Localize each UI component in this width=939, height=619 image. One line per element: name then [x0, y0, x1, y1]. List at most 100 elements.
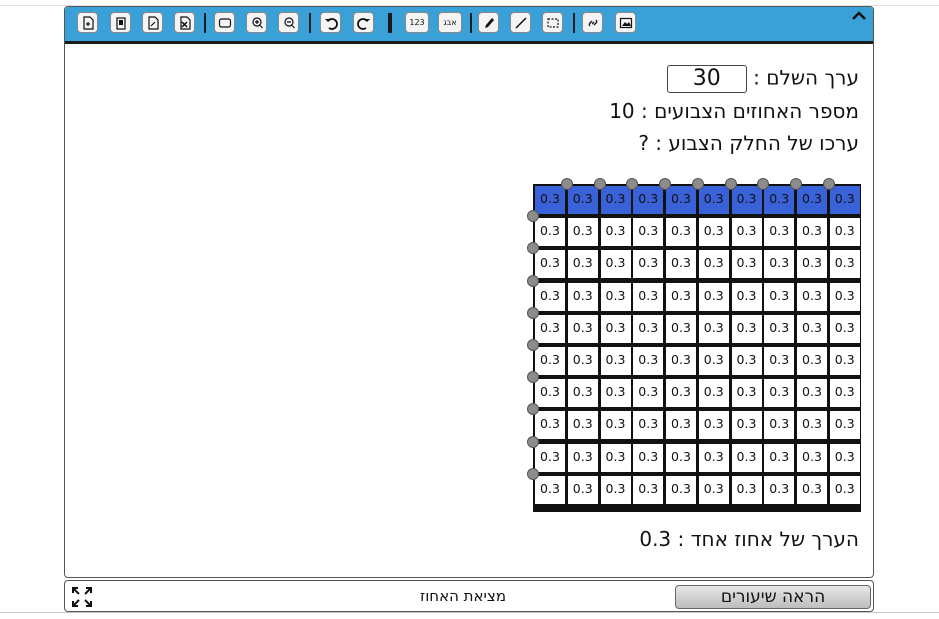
grid-cell[interactable]: 0.3: [829, 186, 860, 214]
grid-cell[interactable]: 0.3: [535, 347, 565, 375]
grid-cell[interactable]: 0.3: [731, 186, 762, 214]
grid-cell[interactable]: 0.3: [666, 379, 696, 408]
grid-cell[interactable]: 0.3: [600, 379, 631, 408]
line-icon[interactable]: [510, 12, 531, 33]
grid-cell[interactable]: 0.3: [764, 282, 795, 311]
rectangle-icon[interactable]: [214, 12, 235, 33]
grid-cell[interactable]: 0.3: [535, 411, 565, 440]
grid-cell[interactable]: 0.3: [764, 186, 795, 214]
column-drag-handle[interactable]: [593, 178, 606, 190]
link-icon[interactable]: [582, 12, 603, 33]
grid-cell[interactable]: 0.3: [666, 443, 696, 472]
grid-cell[interactable]: 0.3: [764, 347, 795, 375]
grid-cell[interactable]: 0.3: [535, 475, 565, 504]
file-icon[interactable]: [142, 12, 163, 33]
delete-page-icon[interactable]: [174, 12, 195, 33]
grid-cell[interactable]: 0.3: [600, 314, 631, 343]
grid-cell[interactable]: 0.3: [698, 379, 729, 408]
grid-cell[interactable]: 0.3: [829, 282, 860, 311]
grid-cell[interactable]: 0.3: [797, 314, 827, 343]
grid-cell[interactable]: 0.3: [567, 218, 598, 247]
grid-cell[interactable]: 0.3: [633, 186, 664, 214]
grid-cell[interactable]: 0.3: [633, 443, 664, 472]
grid-cell[interactable]: 0.3: [633, 379, 664, 408]
grid-cell[interactable]: 0.3: [829, 475, 860, 504]
grid-cell[interactable]: 0.3: [797, 379, 827, 408]
grid-cell[interactable]: 0.3: [600, 186, 631, 214]
collapse-chevron-icon[interactable]: [851, 9, 867, 23]
grid-cell[interactable]: 0.3: [666, 218, 696, 247]
grid-cell[interactable]: 0.3: [731, 218, 762, 247]
grid-cell[interactable]: 0.3: [600, 347, 631, 375]
grid-cell[interactable]: 0.3: [731, 475, 762, 504]
grid-cell[interactable]: 0.3: [567, 186, 598, 214]
paste-icon[interactable]: [110, 12, 131, 33]
column-drag-handle[interactable]: [822, 178, 835, 190]
column-drag-handle[interactable]: [724, 178, 737, 190]
grid-cell[interactable]: 0.3: [797, 443, 827, 472]
grid-cell[interactable]: 0.3: [567, 411, 598, 440]
row-drag-handle[interactable]: [527, 467, 539, 480]
grid-cell[interactable]: 0.3: [829, 218, 860, 247]
grid-cell[interactable]: 0.3: [731, 250, 762, 279]
grid-cell[interactable]: 0.3: [731, 282, 762, 311]
grid-cell[interactable]: 0.3: [797, 186, 827, 214]
grid-cell[interactable]: 0.3: [633, 411, 664, 440]
grid-cell[interactable]: 0.3: [764, 379, 795, 408]
grid-cell[interactable]: 0.3: [633, 218, 664, 247]
grid-cell[interactable]: 0.3: [633, 314, 664, 343]
grid-cell[interactable]: 0.3: [797, 475, 827, 504]
grid-cell[interactable]: 0.3: [698, 282, 729, 311]
grid-cell[interactable]: 0.3: [567, 475, 598, 504]
grid-cell[interactable]: 0.3: [535, 218, 565, 247]
grid-cell[interactable]: 0.3: [731, 347, 762, 375]
grid-cell[interactable]: 0.3: [797, 347, 827, 375]
grid-cell[interactable]: 0.3: [764, 475, 795, 504]
grid-cell[interactable]: 0.3: [666, 250, 696, 279]
grid-cell[interactable]: 0.3: [600, 443, 631, 472]
grid-cell[interactable]: 0.3: [797, 411, 827, 440]
grid-cell[interactable]: 0.3: [797, 218, 827, 247]
grid-cell[interactable]: 0.3: [829, 314, 860, 343]
grid-cell[interactable]: 0.3: [698, 250, 729, 279]
grid-cell[interactable]: 0.3: [666, 282, 696, 311]
grid-cell[interactable]: 0.3: [698, 314, 729, 343]
zoom-in-icon[interactable]: [246, 12, 267, 33]
grid-cell[interactable]: 0.3: [535, 282, 565, 311]
grid-cell[interactable]: 0.3: [600, 282, 631, 311]
grid-cell[interactable]: 0.3: [829, 443, 860, 472]
grid-cell[interactable]: 0.3: [829, 347, 860, 375]
whole-value-input[interactable]: 30: [666, 65, 747, 93]
fullscreen-expand-icon[interactable]: [70, 585, 94, 609]
zoom-out-icon[interactable]: [278, 12, 299, 33]
grid-cell[interactable]: 0.3: [567, 282, 598, 311]
grid-cell[interactable]: 0.3: [535, 379, 565, 408]
row-drag-handle[interactable]: [527, 339, 539, 351]
grid-cell[interactable]: 0.3: [666, 314, 696, 343]
new-page-icon[interactable]: [77, 12, 98, 33]
grid-cell[interactable]: 0.3: [567, 347, 598, 375]
select-icon[interactable]: [542, 12, 563, 33]
grid-cell[interactable]: 0.3: [600, 411, 631, 440]
grid-cell[interactable]: 0.3: [698, 475, 729, 504]
image-icon[interactable]: [615, 12, 636, 33]
grid-cell[interactable]: 0.3: [764, 314, 795, 343]
grid-cell[interactable]: 0.3: [698, 443, 729, 472]
grid-cell[interactable]: 0.3: [764, 411, 795, 440]
grid-cell[interactable]: 0.3: [797, 250, 827, 279]
grid-cell[interactable]: 0.3: [829, 379, 860, 408]
grid-cell[interactable]: 0.3: [764, 218, 795, 247]
column-drag-handle[interactable]: [790, 178, 802, 190]
grid-cell[interactable]: 0.3: [535, 250, 565, 279]
grid-cell[interactable]: 0.3: [698, 218, 729, 247]
grid-cell[interactable]: 0.3: [731, 411, 762, 440]
grid-cell[interactable]: 0.3: [698, 186, 729, 214]
grid-cell[interactable]: 0.3: [633, 347, 664, 375]
column-drag-handle[interactable]: [691, 178, 704, 190]
pen-icon[interactable]: [478, 12, 499, 33]
grid-cell[interactable]: 0.3: [764, 250, 795, 279]
row-drag-handle[interactable]: [527, 274, 539, 287]
grid-cell[interactable]: 0.3: [567, 443, 598, 472]
grid-cell[interactable]: 0.3: [698, 347, 729, 375]
grid-cell[interactable]: 0.3: [535, 314, 565, 343]
